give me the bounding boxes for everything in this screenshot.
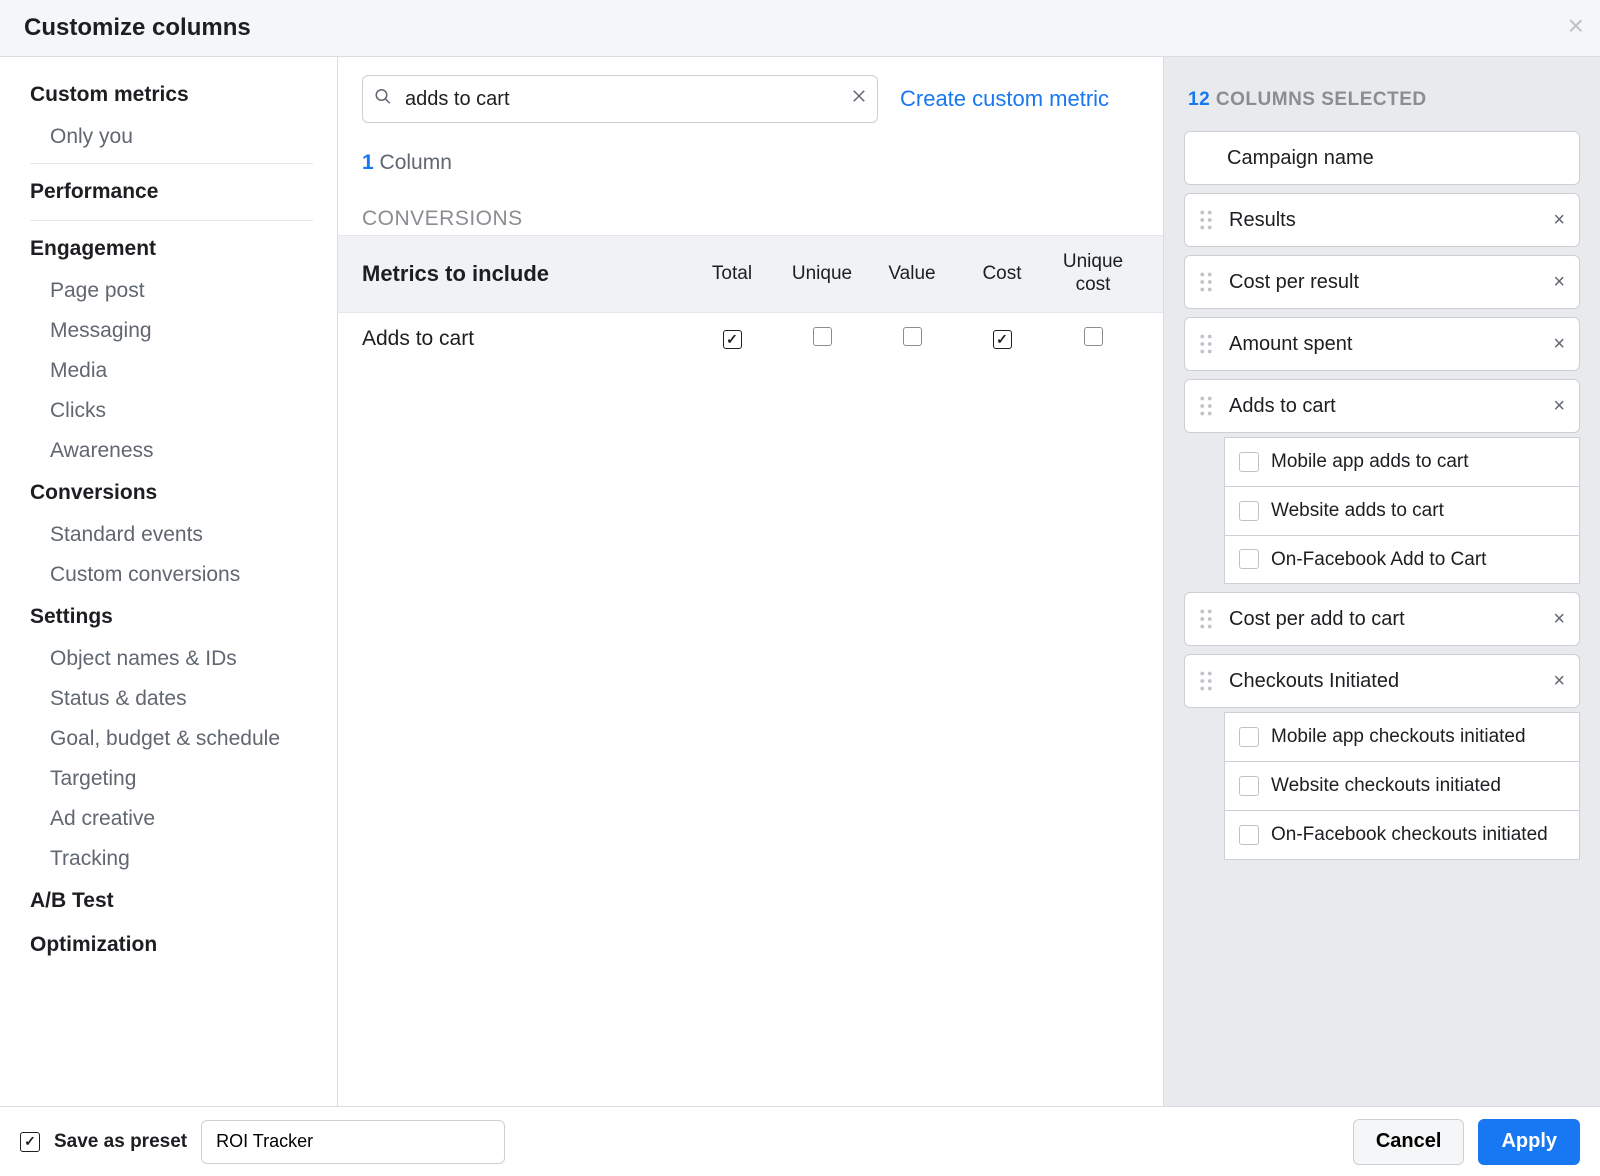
- dialog-header: Customize columns ×: [0, 0, 1600, 57]
- sidebar-group-title[interactable]: Conversions: [30, 471, 313, 515]
- save-as-preset-label: Save as preset: [54, 1131, 187, 1153]
- sidebar-item[interactable]: Custom conversions: [30, 555, 313, 595]
- selected-column-sub[interactable]: Website checkouts initiated: [1224, 762, 1580, 811]
- selected-column[interactable]: Cost per add to cart×: [1184, 592, 1580, 646]
- sub-label: Mobile app adds to cart: [1271, 450, 1469, 474]
- dialog-footer: Save as preset Cancel Apply: [0, 1106, 1600, 1176]
- close-icon[interactable]: ×: [1568, 10, 1584, 42]
- selected-column-label: Results: [1229, 208, 1545, 232]
- result-count: 1 Column: [338, 123, 1163, 185]
- search-input[interactable]: [362, 75, 878, 123]
- selected-column-label: Amount spent: [1229, 332, 1545, 356]
- apply-button[interactable]: Apply: [1478, 1119, 1580, 1165]
- sidebar-group-title[interactable]: Engagement: [30, 227, 313, 271]
- search-icon: [374, 88, 392, 111]
- sidebar-item[interactable]: Targeting: [30, 759, 313, 799]
- sidebar-item[interactable]: Clicks: [30, 391, 313, 431]
- metrics-row: Adds to cart: [338, 313, 1163, 365]
- sidebar-group-title[interactable]: Performance: [30, 170, 313, 214]
- clear-search-icon[interactable]: [850, 87, 868, 111]
- selected-column-sub[interactable]: Mobile app checkouts initiated: [1224, 712, 1580, 762]
- save-as-preset-checkbox[interactable]: [20, 1132, 40, 1152]
- sidebar-group-title[interactable]: Settings: [30, 595, 313, 639]
- selected-header: 12 COLUMNS SELECTED: [1164, 57, 1600, 131]
- remove-column-icon[interactable]: ×: [1545, 670, 1565, 693]
- remove-column-icon[interactable]: ×: [1545, 395, 1565, 418]
- sidebar-item[interactable]: Messaging: [30, 311, 313, 351]
- sidebar-item[interactable]: Page post: [30, 271, 313, 311]
- search-field: [362, 75, 878, 123]
- drag-handle-icon[interactable]: [1199, 396, 1215, 416]
- sub-checkbox[interactable]: [1239, 776, 1259, 796]
- selected-column-sub[interactable]: On-Facebook checkouts initiated: [1224, 811, 1580, 860]
- selected-column-sub[interactable]: On-Facebook Add to Cart: [1224, 536, 1580, 585]
- remove-column-icon[interactable]: ×: [1545, 209, 1565, 232]
- sidebar-item[interactable]: Goal, budget & schedule: [30, 719, 313, 759]
- category-label: CONVERSIONS: [338, 185, 1163, 235]
- sidebar-item[interactable]: Media: [30, 351, 313, 391]
- selected-column[interactable]: Checkouts Initiated×: [1184, 654, 1580, 708]
- metric-checkbox[interactable]: [813, 327, 832, 346]
- create-custom-metric-link[interactable]: Create custom metric: [900, 86, 1109, 112]
- preset-name-input[interactable]: [201, 1120, 505, 1164]
- selected-column[interactable]: Results×: [1184, 193, 1580, 247]
- drag-handle-icon[interactable]: [1199, 272, 1215, 292]
- selected-column-sub[interactable]: Website adds to cart: [1224, 487, 1580, 536]
- sidebar-group-title[interactable]: Optimization: [30, 923, 313, 967]
- sidebar-item[interactable]: Tracking: [30, 839, 313, 879]
- sub-checkbox[interactable]: [1239, 549, 1259, 569]
- sub-checkbox[interactable]: [1239, 452, 1259, 472]
- sidebar-item[interactable]: Only you: [30, 117, 313, 157]
- remove-column-icon[interactable]: ×: [1545, 333, 1565, 356]
- drag-handle-icon[interactable]: [1199, 609, 1215, 629]
- sidebar-group-title[interactable]: Custom metrics: [30, 73, 313, 117]
- metric-label: Adds to cart: [362, 327, 687, 351]
- selected-column-label: Adds to cart: [1229, 394, 1545, 418]
- selected-column-label: Checkouts Initiated: [1229, 669, 1545, 693]
- sidebar-item[interactable]: Status & dates: [30, 679, 313, 719]
- selected-column-sublist: Mobile app checkouts initiated Website ch…: [1224, 712, 1580, 859]
- sidebar-divider: [30, 220, 313, 221]
- selected-column[interactable]: Campaign name: [1184, 131, 1580, 185]
- selected-column-label: Cost per add to cart: [1229, 607, 1545, 631]
- dialog-title: Customize columns: [24, 14, 251, 42]
- sub-checkbox[interactable]: [1239, 825, 1259, 845]
- sidebar-divider: [30, 163, 313, 164]
- selected-column-sublist: Mobile app adds to cart Website adds to c…: [1224, 437, 1580, 584]
- sub-label: Mobile app checkouts initiated: [1271, 725, 1526, 749]
- selected-columns-panel: 12 COLUMNS SELECTED Campaign name Results…: [1164, 57, 1600, 1106]
- metrics-panel: Create custom metric 1 Column CONVERSION…: [338, 57, 1164, 1106]
- selected-column[interactable]: Amount spent×: [1184, 317, 1580, 371]
- cancel-button[interactable]: Cancel: [1353, 1119, 1465, 1165]
- remove-column-icon[interactable]: ×: [1545, 271, 1565, 294]
- sub-label: On-Facebook checkouts initiated: [1271, 823, 1548, 847]
- selected-column[interactable]: Cost per result×: [1184, 255, 1580, 309]
- sidebar-item[interactable]: Standard events: [30, 515, 313, 555]
- metrics-table: Metrics to include Total Unique Value Co…: [338, 235, 1163, 365]
- metric-checkbox[interactable]: [723, 330, 742, 349]
- sub-label: Website checkouts initiated: [1271, 774, 1501, 798]
- sub-checkbox[interactable]: [1239, 501, 1259, 521]
- drag-handle-icon[interactable]: [1199, 334, 1215, 354]
- metrics-table-header: Metrics to include Total Unique Value Co…: [338, 235, 1163, 313]
- metric-checkbox[interactable]: [1084, 327, 1103, 346]
- remove-column-icon[interactable]: ×: [1545, 608, 1565, 631]
- sidebar-item[interactable]: Ad creative: [30, 799, 313, 839]
- selected-column-label: Cost per result: [1229, 270, 1545, 294]
- metric-checkbox[interactable]: [903, 327, 922, 346]
- category-sidebar: Custom metricsOnly you Performance Engagem…: [0, 57, 338, 1106]
- sidebar-group-title[interactable]: A/B Test: [30, 879, 313, 923]
- sub-label: On-Facebook Add to Cart: [1271, 548, 1486, 572]
- metric-checkbox[interactable]: [993, 330, 1012, 349]
- selected-column[interactable]: Adds to cart×: [1184, 379, 1580, 433]
- selected-column-sub[interactable]: Mobile app adds to cart: [1224, 437, 1580, 487]
- sub-label: Website adds to cart: [1271, 499, 1444, 523]
- sidebar-item[interactable]: Object names & IDs: [30, 639, 313, 679]
- sub-checkbox[interactable]: [1239, 727, 1259, 747]
- drag-handle-icon[interactable]: [1199, 210, 1215, 230]
- selected-column-label: Campaign name: [1227, 146, 1565, 170]
- sidebar-item[interactable]: Awareness: [30, 431, 313, 471]
- drag-handle-icon[interactable]: [1199, 671, 1215, 691]
